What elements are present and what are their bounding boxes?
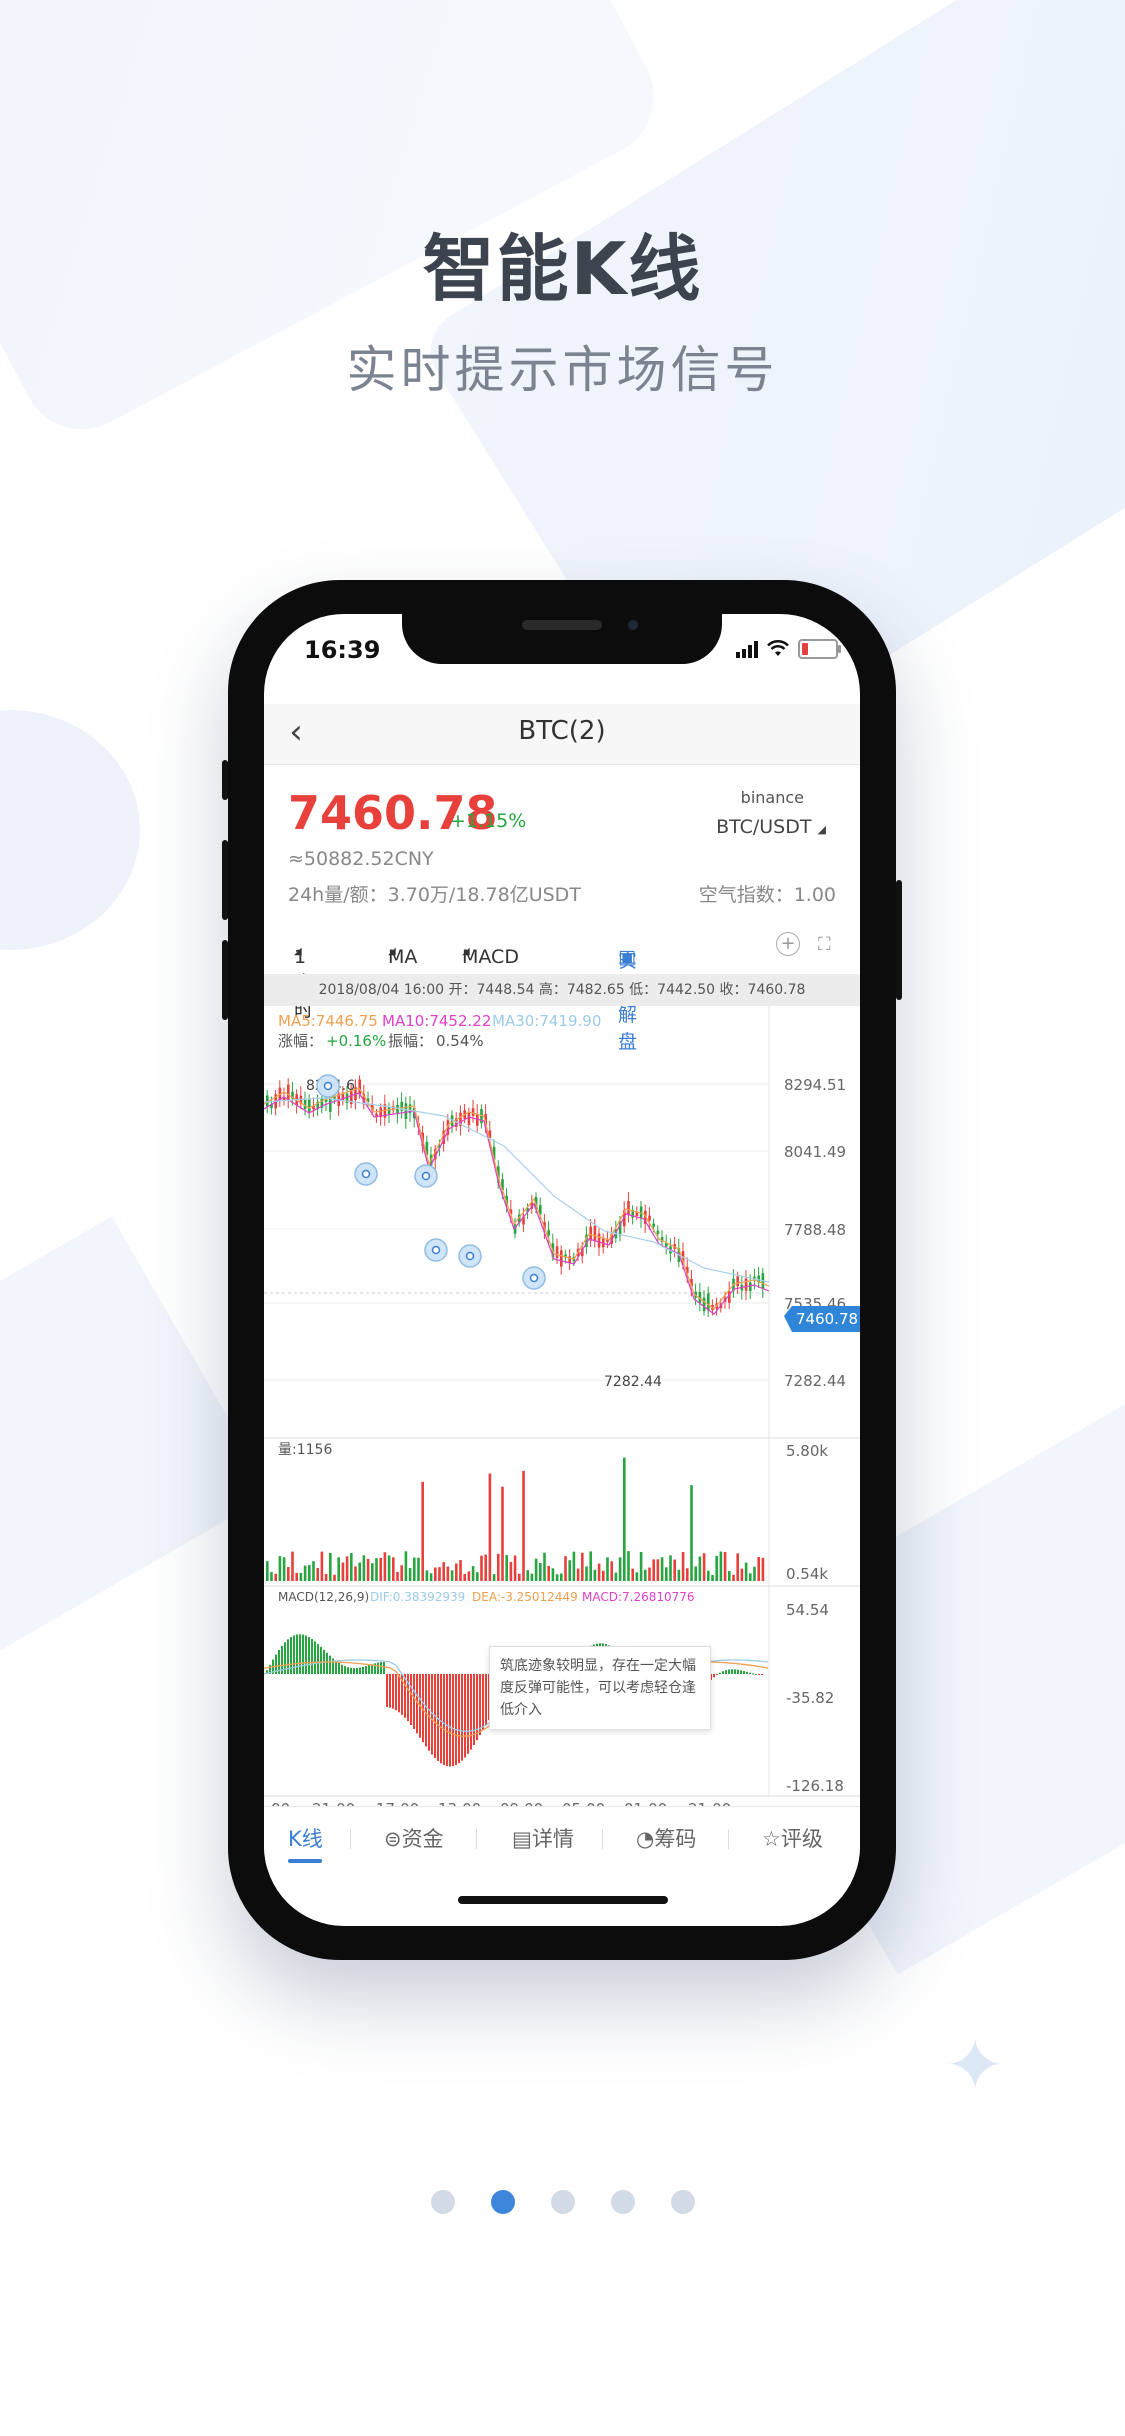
- tab-kline[interactable]: K线: [288, 1823, 323, 1853]
- tab-fund-label: 资金: [401, 1827, 444, 1851]
- macd-dif: DIF:0.38392939: [370, 1590, 465, 1604]
- current-price-label: 7460.78: [796, 1310, 858, 1328]
- macd-value: MACD:7.26810776: [582, 1590, 695, 1604]
- active-tab-indicator: [288, 1859, 322, 1863]
- fund-icon: ⊜: [384, 1827, 402, 1851]
- bottom-tabbar: K线 ⊜资金 ▤详情 ◔筹码 ☆评级: [264, 1806, 860, 1867]
- sparkle-icon: ✦: [944, 2023, 1006, 2107]
- signal-tooltip: 筑底迹象较明显，存在一定大幅度反弹可能性，可以考虑轻仓逢低介入: [489, 1646, 711, 1730]
- tab-chips[interactable]: ◔筹码: [636, 1823, 696, 1853]
- nav-bar: ‹ BTC(2): [264, 704, 860, 765]
- pair-selector[interactable]: BTC/USDT ◢: [716, 816, 826, 838]
- volume-axis-bottom: 0.54k: [786, 1565, 828, 1583]
- chart-toolbar: 1小时 ◢ MA ◢ MACD ◢ 实时解盘 ▣ + ⛶: [264, 926, 860, 1053]
- notch: [402, 614, 722, 664]
- change-value: +0.16%: [326, 1032, 386, 1050]
- volume-axis-top: 5.80k: [786, 1442, 828, 1460]
- analysis-icon: ▣: [618, 946, 636, 968]
- tab-fund[interactable]: ⊜资金: [384, 1823, 444, 1853]
- amplitude-value: 0.54%: [436, 1032, 484, 1050]
- ma30-legend: MA30:7419.90: [492, 1012, 601, 1030]
- ohlc-bar: 2018/08/04 16:00 开：7448.54 高：7482.65 低：7…: [264, 974, 860, 1006]
- page-dot[interactable]: [490, 2190, 515, 2214]
- current-price-tag: 7460.78: [784, 1306, 860, 1332]
- add-icon[interactable]: +: [776, 932, 800, 956]
- home-indicator: [458, 1896, 668, 1904]
- page-dot[interactable]: [550, 2190, 575, 2214]
- air-index: 空气指数：1.00: [698, 884, 836, 906]
- caret-down-icon: ◢: [294, 946, 302, 957]
- status-time: 16:39: [304, 636, 381, 664]
- promo-subline: 实时提示市场信号: [346, 341, 779, 399]
- ma10-legend: MA10:7452.22: [382, 1012, 491, 1030]
- page-indicator: [0, 2190, 1125, 2214]
- caret-down-icon: ◢: [388, 946, 396, 957]
- low-marker: 7282.44: [604, 1374, 662, 1390]
- caret-down-icon: ◢: [462, 946, 470, 957]
- price-cny: ≈50882.52CNY: [288, 848, 434, 870]
- nav-title: BTC(2): [518, 716, 606, 746]
- page-dot[interactable]: [430, 2190, 455, 2214]
- price-change-pct: +1.15%: [450, 810, 527, 832]
- tab-kline-label: K线: [288, 1827, 323, 1851]
- price-tick: 8041.49: [784, 1143, 846, 1161]
- change-label: 涨幅：: [278, 1032, 323, 1050]
- volume-label: 量:1156: [278, 1442, 332, 1458]
- macd-dea: DEA:-3.25012449: [472, 1590, 578, 1604]
- tab-rating[interactable]: ☆评级: [762, 1823, 823, 1853]
- phone-frame: 16:39 ‹ BTC(2) 7460.78 +1.15% ≈50882.52C: [222, 580, 902, 1960]
- amplitude-label: 振幅：: [388, 1032, 433, 1050]
- price-tick: 7788.48: [784, 1221, 846, 1239]
- page-dot[interactable]: [610, 2190, 635, 2214]
- tab-details[interactable]: ▤详情: [512, 1823, 574, 1853]
- tab-rating-label: 评级: [780, 1827, 823, 1851]
- quote-header: 7460.78 +1.15% ≈50882.52CNY 24h量/额：3.70万…: [264, 766, 860, 926]
- pie-icon: ◔: [636, 1827, 655, 1851]
- exchange-name: binance: [740, 788, 804, 807]
- macd-label: MACD(12,26,9): [278, 1590, 369, 1604]
- price-tick: 8294.51: [784, 1076, 846, 1094]
- fullscreen-icon[interactable]: ⛶: [818, 934, 831, 955]
- phone-screen: 16:39 ‹ BTC(2) 7460.78 +1.15% ≈50882.52C: [264, 614, 860, 1926]
- price-tick: 7282.44: [784, 1372, 846, 1390]
- macd-axis: -35.82: [786, 1689, 834, 1707]
- pair-label: BTC/USDT: [716, 816, 812, 838]
- battery-icon: [798, 639, 841, 659]
- wifi-icon: [767, 640, 789, 656]
- caret-down-icon: ◢: [817, 823, 826, 836]
- macd-axis: 54.54: [786, 1601, 829, 1619]
- macd-axis: -126.18: [786, 1777, 844, 1795]
- tab-details-label: 详情: [531, 1827, 574, 1851]
- document-icon: ▤: [512, 1827, 532, 1851]
- signal-icon: [736, 640, 758, 658]
- star-icon: ☆: [762, 1827, 781, 1851]
- volume-24h: 24h量/额：3.70万/18.78亿USDT: [288, 884, 581, 906]
- promo-headline: 智能K线: [422, 227, 703, 311]
- page-dot[interactable]: [670, 2190, 695, 2214]
- ma5-legend: MA5:7446.75: [278, 1012, 378, 1030]
- tab-chips-label: 筹码: [654, 1827, 697, 1851]
- sub-indicator-label: MACD: [462, 946, 519, 968]
